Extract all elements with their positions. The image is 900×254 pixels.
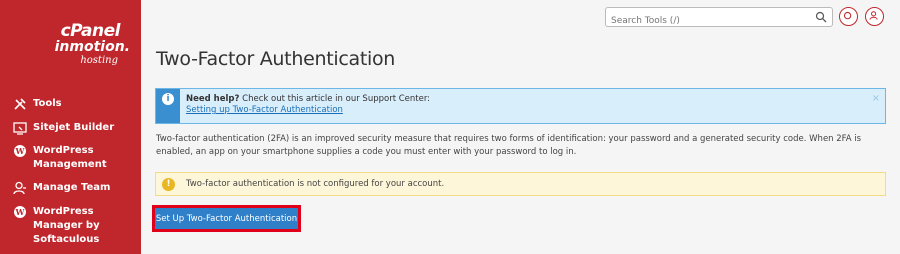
search-input[interactable] <box>606 12 806 30</box>
sidebar-item-sitejet-builder[interactable]: Sitejet Builder <box>13 121 114 135</box>
main-content: Two-Factor Authentication i Need help? C… <box>141 34 900 254</box>
wordpress-icon: W <box>14 145 26 157</box>
logo-hosting: hosting <box>80 55 118 66</box>
sidebar-item-wordpress-management[interactable]: W WordPress Management <box>13 144 107 172</box>
help-text: Need help? Check out this article in our… <box>186 94 430 116</box>
sidebar-item-label: Manage Team <box>33 182 111 193</box>
description-text: Two-factor authentication (2FA) is an im… <box>156 134 862 157</box>
sidebar-item-label: Tools <box>33 98 62 109</box>
tools-icon <box>14 98 26 110</box>
sidebar-item-manage-team[interactable]: Manage Team <box>13 181 110 195</box>
search-icon[interactable] <box>815 11 827 23</box>
sidebar-item-label: WordPress Management <box>33 145 107 170</box>
logo-cpanel: cPanel <box>60 21 121 41</box>
user-icon <box>869 11 878 20</box>
sidebar-item-tools[interactable]: Tools <box>13 97 62 111</box>
info-icon: i <box>162 93 174 105</box>
svg-text:W: W <box>15 146 26 156</box>
search-box[interactable] <box>605 7 833 30</box>
cpanel-inmotion-logo[interactable]: cPanel inmotion. hosting <box>26 22 132 72</box>
sidebar-item-label: Sitejet Builder <box>33 122 115 133</box>
notifications-button[interactable] <box>839 7 858 26</box>
setup-2fa-button[interactable]: Set Up Two-Factor Authentication <box>155 208 298 229</box>
info-icon-box: i <box>156 89 180 123</box>
user-menu-button[interactable] <box>865 7 884 26</box>
team-icon <box>13 181 26 195</box>
close-icon[interactable]: × <box>872 93 880 104</box>
wordpress-icon: W <box>14 206 26 218</box>
sidebar: cPanel inmotion. hosting Tools Sitejet B… <box>0 0 141 254</box>
warning-text: Two-factor authentication is not configu… <box>186 179 445 189</box>
logo-inmotion: inmotion. <box>54 39 130 55</box>
notifications-icon <box>843 11 852 20</box>
sitejet-builder-icon <box>13 122 27 135</box>
warning-icon: ! <box>162 178 175 191</box>
warning-alert: ! Two-factor authentication is not confi… <box>155 172 886 196</box>
support-article-link[interactable]: Setting up Two-Factor Authentication <box>186 105 343 115</box>
help-alert: i Need help? Check out this article in o… <box>155 88 886 124</box>
sidebar-item-label: WordPress Manager by Softaculous <box>33 206 100 245</box>
help-message: Check out this article in our Support Ce… <box>239 94 431 104</box>
svg-text:W: W <box>15 207 26 217</box>
page-title: Two-Factor Authentication <box>156 48 396 70</box>
sidebar-item-wordpress-manager-softaculous[interactable]: W WordPress Manager by Softaculous <box>13 205 100 247</box>
top-bar <box>141 0 900 34</box>
help-bold: Need help? <box>186 94 240 104</box>
